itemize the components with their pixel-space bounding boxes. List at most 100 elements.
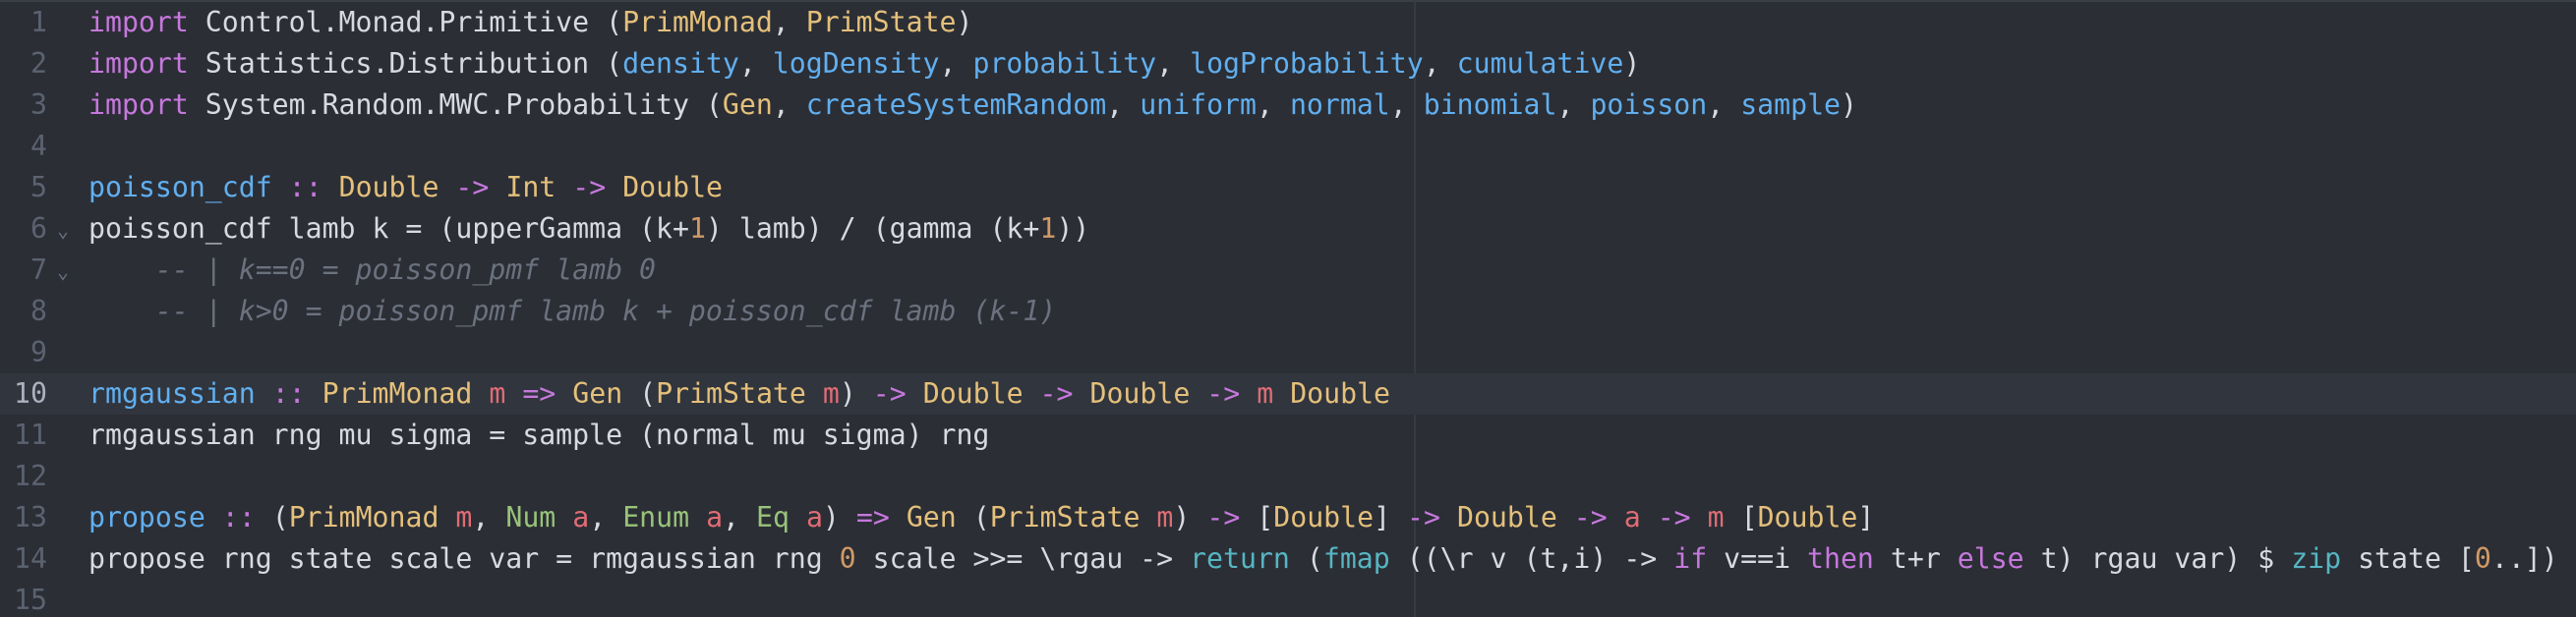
code-token: m [822,377,840,410]
code-line[interactable]: 6 ⌄ poisson_cdf lamb k = (upperGamma (k+1)… [0,208,2576,250]
fold-chevron-icon[interactable]: ⌄ [57,250,77,293]
line-number[interactable]: 12 [0,456,47,497]
code-line[interactable]: 9 [0,332,2576,373]
code-text[interactable]: rmgaussian rng mu sigma = sample (normal… [88,415,989,456]
code-token: , [472,501,506,533]
code-token: Enum [622,501,690,533]
fold-chevron-icon[interactable]: ⌄ [57,208,77,252]
code-token: zip [2291,542,2342,575]
code-line[interactable]: 11 rmgaussian rng mu sigma = sample (norm… [0,415,2576,456]
code-token: ) [956,6,973,38]
code-token: , [723,501,756,533]
code-token: t) rgau var) $ [2023,542,2292,575]
code-token: createSystemRandom [805,88,1107,121]
code-line[interactable]: 2 import Statistics.Distribution (density… [0,43,2576,84]
code-token: ] [1857,501,1875,533]
code-token: density [622,47,739,80]
code-token: a [1623,501,1641,533]
code-token: , [589,501,623,533]
code-text[interactable]: rmgaussian :: PrimMonad m => Gen (PrimSt… [88,373,1390,415]
code-text[interactable]: poisson_cdf :: Double -> Int -> Double [88,167,723,208]
line-number[interactable]: 2 [0,43,47,84]
code-token: sample [1740,88,1842,121]
code-token: ] [1374,501,1408,533]
code-token: Double [1290,377,1391,410]
code-token: PrimState [989,501,1141,533]
code-token: , [1256,88,1290,121]
code-token: ( [255,501,289,533]
code-text[interactable]: -- | k>0 = poisson_pmf lamb k + poisson_… [88,291,1056,332]
code-token: Double [338,171,439,203]
code-token: , [738,47,773,80]
code-token: ( [622,377,657,410]
code-line[interactable]: 3 import System.Random.MWC.Probability (G… [0,84,2576,126]
code-token: poisson_cdf lamb k = (upperGamma (k+ [88,212,689,245]
code-token: -> [872,377,907,410]
code-token: rmgaussian [88,377,256,410]
line-number[interactable]: 11 [0,415,47,456]
code-line[interactable]: 13 propose :: (PrimMonad m, Num a, Enum a… [0,497,2576,538]
code-line[interactable]: 14 propose rng state scale var = rmgaussi… [0,538,2576,580]
code-token: , [1156,47,1191,80]
code-line[interactable]: 4 [0,126,2576,167]
code-line[interactable]: 10 rmgaussian :: PrimMonad m => Gen (Prim… [0,373,2576,415]
code-token: uniform [1140,88,1257,121]
line-number[interactable]: 14 [0,538,47,580]
line-number[interactable]: 7 [0,250,47,291]
line-number[interactable]: 8 [0,291,47,332]
code-text[interactable]: import System.Random.MWC.Probability (Ge… [88,84,1857,126]
code-token: PrimState [805,6,957,38]
code-token: 0 [839,542,856,575]
code-token: , [772,88,806,121]
line-number[interactable]: 6 [0,208,47,250]
code-token: -- | k==0 = poisson_pmf lamb 0 [88,253,656,286]
code-token: -> [1657,501,1691,533]
code-token: ( [956,501,990,533]
code-text[interactable]: poisson_cdf lamb k = (upperGamma (k+1) l… [88,208,1089,250]
line-number[interactable]: 1 [0,2,47,43]
line-number[interactable]: 9 [0,332,47,373]
code-line[interactable]: 7 ⌄ -- | k==0 = poisson_pmf lamb 0 [0,250,2576,291]
code-token: a [572,501,590,533]
line-number[interactable]: 4 [0,126,47,167]
code-token: , [939,47,973,80]
code-token: 0 [2474,542,2491,575]
code-line[interactable]: 1 import Control.Monad.Primitive (PrimMon… [0,2,2576,43]
code-text[interactable]: propose rng state scale var = rmgaussian… [88,538,2558,580]
code-line[interactable]: 12 [0,456,2576,497]
code-text[interactable]: -- | k==0 = poisson_pmf lamb 0 [88,250,656,291]
line-number[interactable]: 13 [0,497,47,538]
code-text[interactable]: import Statistics.Distribution (density,… [88,43,1640,84]
code-line[interactable]: 15 [0,580,2576,617]
code-token: rmgaussian rng mu sigma = sample (normal… [88,419,990,451]
line-number[interactable]: 15 [0,580,47,617]
code-token: m [1257,377,1274,410]
code-token: => [855,501,890,533]
line-number[interactable]: 10 [0,373,47,415]
code-token: , [772,6,806,38]
code-editor[interactable]: 1 import Control.Monad.Primitive (PrimMon… [0,0,2576,617]
code-text[interactable]: propose :: (PrimMonad m, Num a, Enum a, … [88,497,1874,538]
code-token: m [1707,501,1725,533]
code-line[interactable]: 8 -- | k>0 = poisson_pmf lamb k + poisso… [0,291,2576,332]
line-number[interactable]: 3 [0,84,47,126]
code-token: , [1423,47,1457,80]
code-token: :: [271,377,306,410]
line-number[interactable]: 5 [0,167,47,208]
code-text[interactable]: import Control.Monad.Primitive (PrimMona… [88,2,972,43]
code-line[interactable]: 5 poisson_cdf :: Double -> Int -> Double [0,167,2576,208]
code-token: a [706,501,724,533]
code-token: fmap [1322,542,1390,575]
